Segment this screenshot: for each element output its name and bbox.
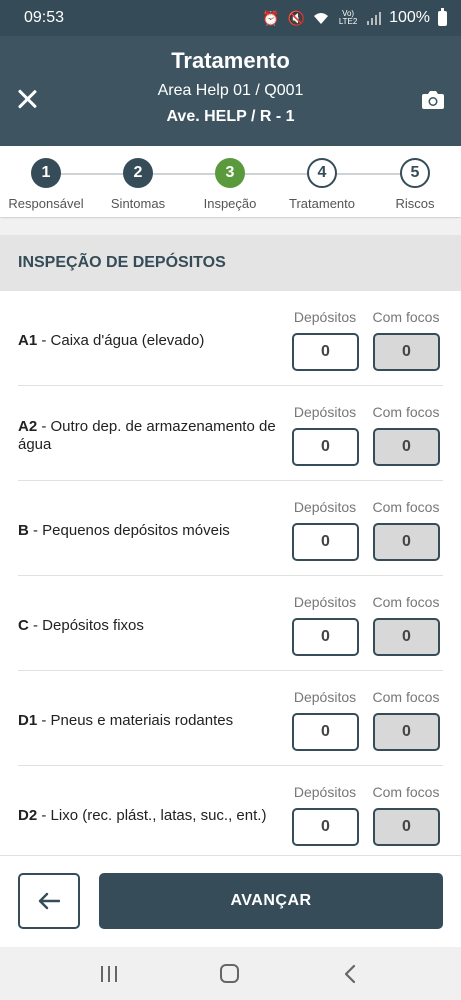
battery-icon	[438, 7, 447, 26]
depositos-input[interactable]: 0	[292, 618, 359, 656]
step-sintomas[interactable]: 2 Sintomas	[92, 158, 184, 211]
step-label: Riscos	[395, 196, 435, 211]
com-focos-input[interactable]: 0	[373, 618, 440, 656]
com-focos-input[interactable]: 0	[373, 428, 440, 466]
advance-button[interactable]: AVANÇAR	[99, 873, 443, 929]
step-inspecao[interactable]: 3 Inspeção	[184, 158, 276, 211]
step-label: Tratamento	[289, 196, 355, 211]
column-label-depositos: Depósitos	[293, 784, 357, 800]
column-label-depositos: Depósitos	[293, 594, 357, 610]
item-description: - Outro dep. de armazenamento de água	[18, 418, 276, 453]
item-description: - Depósitos fixos	[28, 617, 144, 634]
column-label-depositos: Depósitos	[293, 309, 357, 325]
column-label-com-focos: Com focos	[372, 594, 440, 610]
signal-icon	[367, 12, 382, 25]
system-nav-bar	[0, 947, 461, 1000]
item-label: B - Pequenos depósitos móveis	[18, 522, 278, 540]
column-label-com-focos: Com focos	[372, 309, 440, 325]
app-header: Tratamento Area Help 01 / Q001 Ave. HELP…	[0, 36, 461, 146]
address-subtitle: Ave. HELP / R - 1	[166, 108, 295, 125]
item-code: C	[18, 617, 29, 634]
area-subtitle: Area Help 01 / Q001	[157, 82, 304, 99]
com-focos-input[interactable]: 0	[373, 523, 440, 561]
arrow-left-icon	[38, 892, 60, 910]
item-label: A2 - Outro dep. de armazenamento de água	[18, 418, 278, 454]
network-label: Vo) LTE2	[338, 9, 358, 26]
step-riscos[interactable]: 5 Riscos	[369, 158, 461, 211]
item-code: A2	[18, 418, 38, 435]
item-code: D1	[18, 712, 38, 729]
column-label-com-focos: Com focos	[372, 784, 440, 800]
step-number: 4	[307, 158, 337, 188]
section-spacer	[0, 219, 461, 235]
app-screen: 09:53 ⏰ 🔇 Vo) LTE2 100% Tratamento Area …	[0, 0, 461, 1000]
status-icons: ⏰ 🔇 Vo) LTE2 100%	[262, 7, 447, 27]
com-focos-input[interactable]: 0	[373, 713, 440, 751]
page-title: Tratamento	[171, 48, 290, 73]
depositos-input[interactable]: 0	[292, 808, 359, 846]
item-label: A1 - Caixa d'água (elevado)	[18, 332, 278, 350]
step-tratamento[interactable]: 4 Tratamento	[276, 158, 368, 211]
step-number: 2	[123, 158, 153, 188]
progress-stepper: 1 Responsável 2 Sintomas 3 Inspeção 4 Tr…	[0, 146, 461, 218]
depositos-input[interactable]: 0	[292, 713, 359, 751]
column-label-com-focos: Com focos	[372, 499, 440, 515]
item-label: D2 - Lixo (rec. plást., latas, suc., ent…	[18, 807, 278, 825]
item-description: - Pequenos depósitos móveis	[28, 522, 230, 539]
column-label-depositos: Depósitos	[293, 499, 357, 515]
status-bar: 09:53 ⏰ 🔇 Vo) LTE2 100%	[0, 0, 461, 36]
depositos-input[interactable]: 0	[292, 523, 359, 561]
nav-back-icon[interactable]	[341, 964, 359, 984]
com-focos-input[interactable]: 0	[373, 808, 440, 846]
depositos-input[interactable]: 0	[292, 428, 359, 466]
step-number: 5	[400, 158, 430, 188]
depositos-input[interactable]: 0	[292, 333, 359, 371]
item-code: A1	[18, 332, 38, 349]
item-code: B	[18, 522, 29, 539]
item-description: - Caixa d'água (elevado)	[37, 332, 205, 349]
step-label: Responsável	[8, 196, 84, 211]
deposit-row-d2: Depósitos Com focos D2 - Lixo (rec. plás…	[18, 766, 443, 855]
deposit-row-a1: Depósitos Com focos A1 - Caixa d'água (e…	[18, 291, 443, 386]
column-label-com-focos: Com focos	[372, 404, 440, 420]
deposit-row-c: Depósitos Com focos C - Depósitos fixos …	[18, 576, 443, 671]
column-label-depositos: Depósitos	[293, 404, 357, 420]
item-description: - Lixo (rec. plást., latas, suc., ent.)	[37, 807, 267, 824]
deposit-row-b: Depósitos Com focos B - Pequenos depósit…	[18, 481, 443, 576]
step-responsavel[interactable]: 1 Responsável	[0, 158, 92, 211]
step-number: 3	[215, 158, 245, 188]
section-title: INSPEÇÃO DE DEPÓSITOS	[0, 235, 461, 291]
mute-icon: 🔇	[287, 10, 306, 26]
column-label-depositos: Depósitos	[293, 689, 357, 705]
battery-percent: 100%	[389, 9, 430, 26]
back-button[interactable]	[18, 873, 80, 929]
item-code: D2	[18, 807, 38, 824]
deposit-row-d1: Depósitos Com focos D1 - Pneus e materia…	[18, 671, 443, 766]
step-number: 1	[31, 158, 61, 188]
camera-icon[interactable]	[421, 90, 445, 110]
step-label: Sintomas	[110, 196, 166, 211]
status-time: 09:53	[24, 9, 65, 26]
home-icon[interactable]	[220, 964, 239, 983]
item-description: - Pneus e materiais rodantes	[37, 712, 234, 729]
recent-apps-icon[interactable]	[101, 966, 119, 982]
deposit-row-a2: Depósitos Com focos A2 - Outro dep. de a…	[18, 386, 443, 481]
com-focos-input[interactable]: 0	[373, 333, 440, 371]
step-label: Inspeção	[203, 196, 257, 211]
column-label-com-focos: Com focos	[372, 689, 440, 705]
footer-actions: AVANÇAR	[0, 855, 461, 947]
inspection-content[interactable]: INSPEÇÃO DE DEPÓSITOS Depósitos Com foco…	[0, 219, 461, 855]
wifi-icon	[314, 13, 329, 24]
item-label: C - Depósitos fixos	[18, 617, 278, 635]
alarm-icon: ⏰	[262, 10, 280, 26]
item-label: D1 - Pneus e materiais rodantes	[18, 712, 278, 730]
